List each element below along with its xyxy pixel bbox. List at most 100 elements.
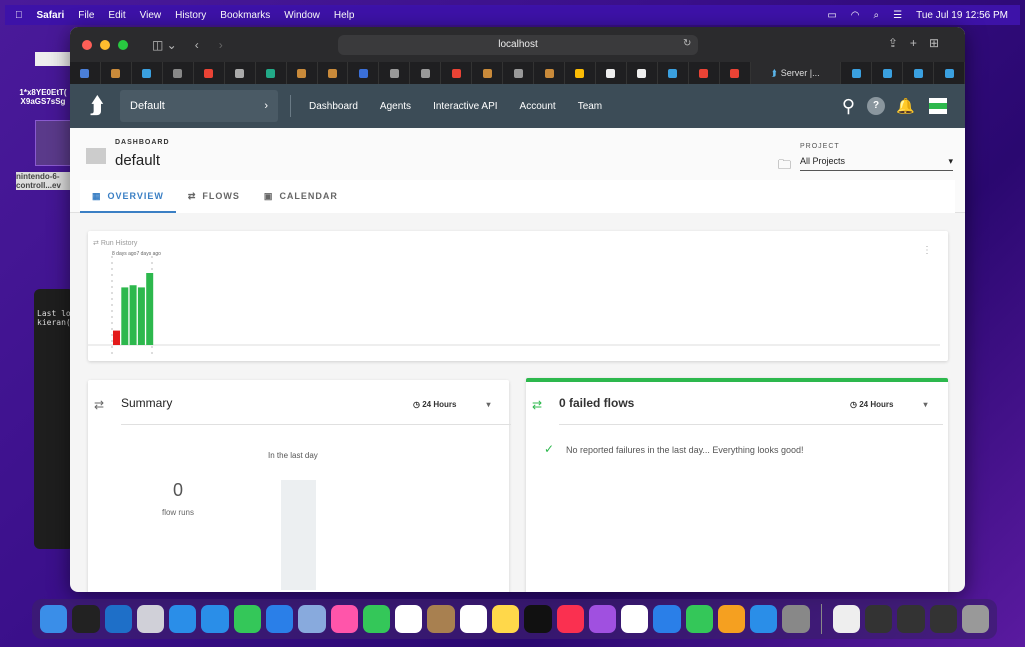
control-center-icon[interactable]: ☰ <box>893 10 902 21</box>
browser-tab[interactable] <box>627 62 658 84</box>
dock-app-icon[interactable] <box>330 605 358 633</box>
dock-item-icon[interactable] <box>929 605 957 633</box>
dock-app-icon[interactable] <box>40 605 68 633</box>
desktop-image-thumb[interactable] <box>35 120 71 166</box>
dock-app-icon[interactable] <box>685 605 713 633</box>
menu-app[interactable]: Safari <box>37 10 65 21</box>
dock-item-icon[interactable] <box>865 605 893 633</box>
dock-app-icon[interactable] <box>491 605 520 633</box>
sidebar-icon[interactable]: ◫ ⌄ <box>152 38 177 52</box>
dock-app-icon[interactable] <box>427 605 455 633</box>
browser-tab[interactable] <box>70 62 101 84</box>
browser-tab[interactable] <box>441 62 473 84</box>
dock-app-icon[interactable] <box>782 605 810 633</box>
clock[interactable]: Tue Jul 19 12:56 PM <box>916 10 1008 21</box>
nav-agents[interactable]: Agents <box>380 101 411 112</box>
dock-app-icon[interactable] <box>298 605 326 633</box>
dock-app-icon[interactable] <box>72 605 100 633</box>
menu-file[interactable]: File <box>78 10 94 21</box>
dock-item-icon[interactable] <box>961 605 990 633</box>
dock-app-icon[interactable] <box>524 605 552 633</box>
browser-tab[interactable] <box>903 62 935 84</box>
tab-overview[interactable]: ▦ OVERVIEW <box>80 180 176 213</box>
browser-tab[interactable] <box>720 62 751 84</box>
forward-icon[interactable]: › <box>219 38 223 52</box>
dock-app-icon[interactable] <box>233 605 261 633</box>
browser-tab[interactable] <box>132 62 163 84</box>
spotlight-icon[interactable]: ⌕ <box>874 10 880 21</box>
browser-tab[interactable] <box>256 62 287 84</box>
nav-team[interactable]: Team <box>578 101 602 112</box>
terminal-window[interactable]: Last lo kieran( <box>34 289 74 549</box>
dock-app-icon[interactable] <box>169 605 197 633</box>
apple-icon[interactable]:  <box>15 10 23 21</box>
dock-app-icon[interactable] <box>653 605 681 633</box>
browser-tab[interactable] <box>534 62 565 84</box>
dock-app-icon[interactable] <box>136 605 165 633</box>
dock-app-icon[interactable] <box>104 605 132 633</box>
desktop-image-label[interactable]: nintendo-6- controll...ev <box>16 172 72 190</box>
browser-tab[interactable] <box>379 62 411 84</box>
dock-app-icon[interactable] <box>201 605 229 633</box>
browser-tab[interactable] <box>194 62 225 84</box>
browser-tab[interactable] <box>101 62 132 84</box>
address-bar[interactable]: localhost <box>338 35 698 55</box>
browser-tab[interactable] <box>841 62 873 84</box>
browser-tab[interactable] <box>872 62 904 84</box>
browser-tab[interactable] <box>163 62 194 84</box>
browser-tab[interactable] <box>287 62 318 84</box>
menu-help[interactable]: Help <box>334 10 355 21</box>
browser-tab[interactable] <box>934 62 965 84</box>
back-icon[interactable]: ‹ <box>195 38 199 52</box>
wifi-icon[interactable]: ◠ <box>851 10 860 21</box>
close-button[interactable] <box>82 39 92 50</box>
summary-range-select[interactable]: ◷ 24 Hours ▾ <box>413 400 490 409</box>
dock-app-icon[interactable] <box>362 605 391 633</box>
zoom-button[interactable] <box>118 39 128 50</box>
dock-app-icon[interactable] <box>750 605 778 633</box>
reload-icon[interactable]: ↻ <box>683 38 691 49</box>
browser-tab[interactable] <box>658 62 689 84</box>
dock-item-icon[interactable] <box>897 605 925 633</box>
tab-active[interactable]: ⮭ Server |... <box>750 62 842 84</box>
tab-calendar[interactable]: ▣ CALENDAR <box>252 180 350 213</box>
menu-bookmarks[interactable]: Bookmarks <box>220 10 270 21</box>
nav-dashboard[interactable]: Dashboard <box>309 101 358 112</box>
bell-icon[interactable]: 🔔 <box>896 97 915 115</box>
browser-tab[interactable] <box>503 62 535 84</box>
browser-tab[interactable] <box>225 62 256 84</box>
browser-tab[interactable] <box>410 62 442 84</box>
dock-app-icon[interactable] <box>588 605 617 633</box>
dock-item-icon[interactable] <box>832 605 860 633</box>
nav-interactive-api[interactable]: Interactive API <box>433 101 497 112</box>
browser-tab[interactable] <box>689 62 720 84</box>
browser-tab[interactable] <box>318 62 349 84</box>
battery-icon[interactable]: ▭ <box>827 10 836 21</box>
server-status-icon[interactable] <box>929 98 947 114</box>
dock-app-icon[interactable] <box>717 605 746 633</box>
browser-tab[interactable] <box>596 62 627 84</box>
dock-app-icon[interactable] <box>621 605 649 633</box>
prefect-logo-icon[interactable]: ⮭ <box>90 93 103 119</box>
project-select[interactable]: All Projects ▾ <box>800 156 953 171</box>
desktop-file-label[interactable]: 1*x8YE0EtT( X9aGS7sSg <box>14 88 72 106</box>
browser-tab[interactable] <box>348 62 380 84</box>
failed-range-select[interactable]: ◷ 24 Hours ▾ <box>850 400 927 409</box>
dock-app-icon[interactable] <box>459 605 487 633</box>
project-switcher[interactable]: Default › <box>120 90 278 122</box>
menu-edit[interactable]: Edit <box>108 10 125 21</box>
menu-history[interactable]: History <box>175 10 206 21</box>
tab-flows[interactable]: ⇄ FLOWS <box>176 180 252 213</box>
minimize-button[interactable] <box>100 39 110 50</box>
menu-view[interactable]: View <box>140 10 162 21</box>
dock-app-icon[interactable] <box>556 605 584 633</box>
dock-app-icon[interactable] <box>395 605 423 633</box>
toolbar-right[interactable]: ⇪+⊞ <box>888 36 951 50</box>
browser-tab[interactable] <box>565 62 596 84</box>
nav-account[interactable]: Account <box>520 101 556 112</box>
dock-app-icon[interactable] <box>265 605 294 633</box>
menu-window[interactable]: Window <box>284 10 320 21</box>
browser-tab[interactable] <box>472 62 504 84</box>
search-icon[interactable]: ⚲ <box>842 96 855 117</box>
help-icon[interactable]: ? <box>867 97 885 115</box>
